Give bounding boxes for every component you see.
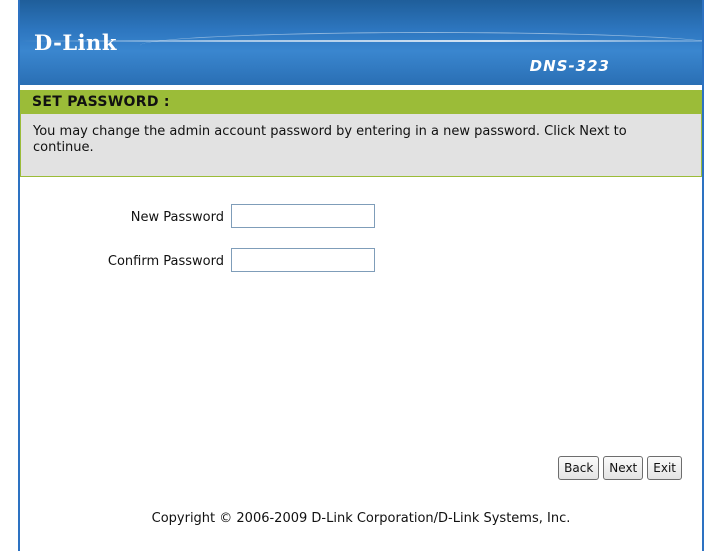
confirm-password-row: Confirm Password [20,248,702,274]
wizard-frame: D-Link DNS-323 SET PASSWORD : You may ch… [18,0,704,551]
confirm-password-label: Confirm Password [107,254,224,269]
dlink-logo: D-Link [34,30,117,55]
section-description: You may change the admin account passwor… [20,114,702,177]
header-banner: D-Link DNS-323 [20,0,702,85]
wizard-buttons: Back Next Exit [558,456,682,480]
exit-button[interactable]: Exit [647,456,682,480]
copyright-text: Copyright © 2006-2009 D-Link Corporation… [151,511,571,526]
next-button[interactable]: Next [603,456,644,480]
section-title: SET PASSWORD : [20,90,702,114]
banner-swoosh [140,32,702,59]
confirm-password-input[interactable] [231,248,375,272]
back-button[interactable]: Back [558,456,600,480]
new-password-input[interactable] [231,204,375,228]
banner-line [20,40,702,42]
model-name: DNS-323 [529,57,610,75]
new-password-row: New Password [20,204,702,230]
new-password-label: New Password [130,210,224,225]
